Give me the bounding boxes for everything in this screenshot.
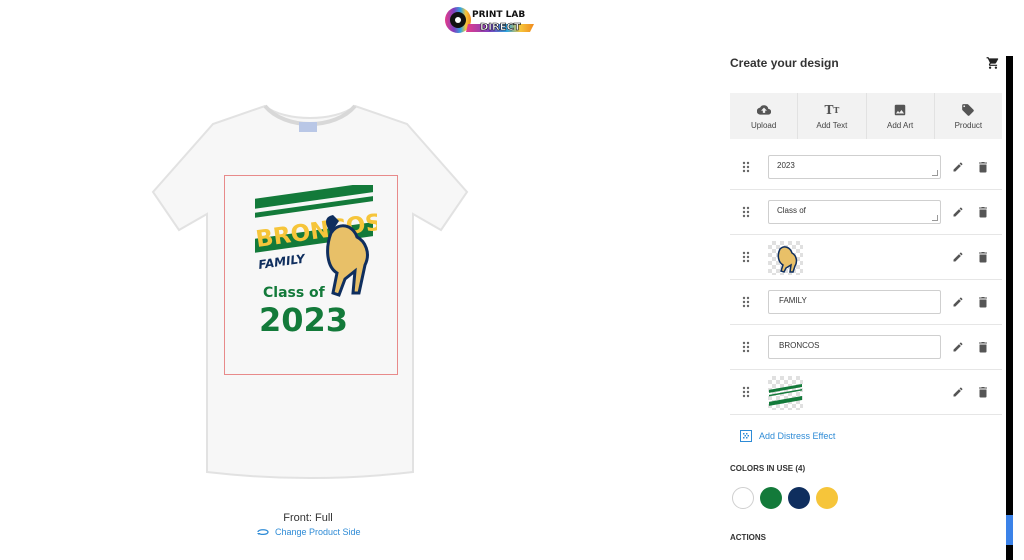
product-button[interactable]: Product	[935, 93, 1002, 139]
edit-icon[interactable]	[952, 206, 964, 218]
design-text-family: FAMILY	[257, 251, 307, 272]
design-panel: Create your design Upload TT Add Text Ad…	[730, 0, 1002, 560]
actions-title: ACTIONS	[730, 533, 766, 542]
layer-item: FAMILY	[730, 280, 1002, 325]
layer-image-thumbnail-horse[interactable]	[768, 241, 803, 275]
text-icon: TT	[824, 102, 840, 117]
edit-icon[interactable]	[952, 386, 964, 398]
layer-text-input[interactable]: FAMILY	[768, 290, 941, 314]
layer-item: Class of	[730, 190, 1002, 235]
layer-image-thumbnail-stripes[interactable]	[768, 376, 803, 410]
layer-item: 2023	[730, 145, 1002, 190]
rotate-icon	[257, 529, 269, 536]
color-swatch-gold[interactable]	[816, 487, 838, 509]
color-swatch-navy[interactable]	[788, 487, 810, 509]
distress-texture-icon	[740, 430, 752, 442]
change-product-side-label: Change Product Side	[275, 527, 361, 537]
add-art-button[interactable]: Add Art	[867, 93, 935, 139]
change-product-side-link[interactable]: Change Product Side	[256, 527, 366, 537]
layer-item	[730, 370, 1002, 415]
drag-handle-icon[interactable]	[742, 251, 750, 263]
layer-item: BRONCOS	[730, 325, 1002, 370]
print-lab-direct-logo[interactable]: PRINT LAB DIRECT	[444, 4, 536, 36]
drag-handle-icon[interactable]	[742, 341, 750, 353]
edit-icon[interactable]	[952, 251, 964, 263]
logo-line1: PRINT LAB	[472, 10, 525, 20]
colors-in-use-title: COLORS IN USE (4)	[730, 464, 806, 473]
edit-icon[interactable]	[952, 296, 964, 308]
design-toolbar: Upload TT Add Text Add Art Product	[730, 93, 1002, 139]
color-swatch-white[interactable]	[732, 487, 754, 509]
add-text-button[interactable]: TT Add Text	[798, 93, 867, 139]
tag-icon	[962, 103, 975, 116]
drag-handle-icon[interactable]	[742, 161, 750, 173]
design-artwork[interactable]: BRONCOS FAMILY Class of 2023	[253, 182, 384, 339]
layer-text-input[interactable]: BRONCOS	[768, 335, 941, 359]
design-text-year: 2023	[259, 301, 348, 335]
scrollbar-thumb[interactable]	[1006, 515, 1013, 545]
layer-text-input[interactable]: Class of	[768, 200, 941, 224]
delete-icon[interactable]	[978, 341, 988, 353]
delete-icon[interactable]	[978, 206, 988, 218]
product-side-label: Front: Full	[283, 512, 333, 524]
layer-list: 2023 Class of FAMILY BRONCOS	[730, 145, 1002, 415]
edit-icon[interactable]	[952, 161, 964, 173]
add-art-label: Add Art	[887, 120, 914, 130]
color-swatches	[732, 487, 838, 509]
drag-handle-icon[interactable]	[742, 206, 750, 218]
design-text-class-of: Class of	[263, 285, 326, 301]
product-label: Product	[954, 120, 983, 130]
image-icon	[894, 104, 906, 115]
drag-handle-icon[interactable]	[742, 296, 750, 308]
add-text-label: Add Text	[816, 120, 848, 130]
delete-icon[interactable]	[978, 296, 988, 308]
panel-title: Create your design	[730, 56, 839, 70]
upload-button[interactable]: Upload	[730, 93, 799, 139]
delete-icon[interactable]	[978, 161, 988, 173]
add-distress-effect-label: Add Distress Effect	[759, 431, 836, 441]
shopping-cart-icon[interactable]	[986, 56, 1000, 70]
drag-handle-icon[interactable]	[742, 386, 750, 398]
add-distress-effect-link[interactable]: Add Distress Effect	[740, 430, 835, 442]
color-swatch-green[interactable]	[760, 487, 782, 509]
delete-icon[interactable]	[978, 251, 988, 263]
cloud-upload-icon	[756, 104, 771, 115]
scrollbar-track[interactable]	[1006, 56, 1013, 560]
edit-icon[interactable]	[952, 341, 964, 353]
logo-line2: DIRECT	[480, 22, 521, 33]
delete-icon[interactable]	[978, 386, 988, 398]
layer-text-input[interactable]: 2023	[768, 155, 941, 179]
layer-item	[730, 235, 1002, 280]
upload-label: Upload	[750, 120, 777, 130]
